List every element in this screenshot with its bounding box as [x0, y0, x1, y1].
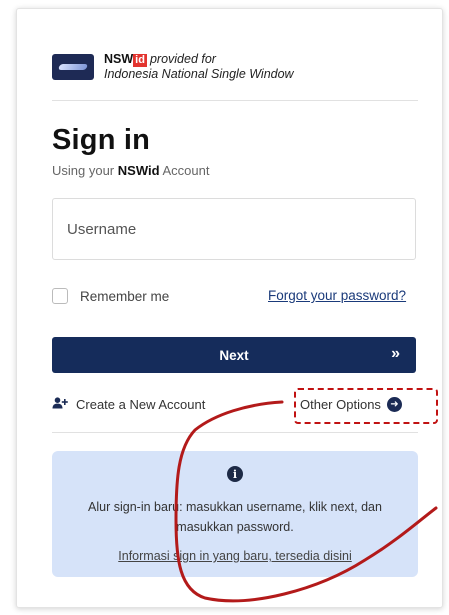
remember-me[interactable]: Remember me	[52, 288, 169, 304]
options-divider	[52, 432, 418, 433]
info-text: Alur sign-in baru: masukkan username, kl…	[52, 497, 418, 537]
subtitle-strong: NSWid	[117, 163, 160, 178]
next-button[interactable]: Next »	[52, 337, 416, 373]
brand-text: NSW id provided for Indonesia National Sin…	[104, 52, 294, 82]
header-divider	[52, 100, 418, 101]
forgot-password-link[interactable]: Forgot your password?	[268, 288, 406, 303]
brand-line2: Indonesia National Single Window	[104, 67, 294, 81]
create-account-label: Create a New Account	[76, 397, 206, 412]
highlight-box	[294, 388, 438, 424]
brand-nsw: NSW	[104, 52, 134, 66]
username-input[interactable]	[52, 198, 416, 260]
subtitle-prefix: Using your	[52, 163, 115, 178]
page-title: Sign in	[52, 124, 151, 156]
remember-me-label: Remember me	[80, 288, 170, 304]
info-line1: Alur sign-in baru: masukkan username, kl…	[88, 500, 382, 514]
chevron-double-right-icon: »	[391, 345, 400, 362]
remember-me-checkbox[interactable]	[52, 288, 68, 304]
brand-id-badge: id	[133, 54, 147, 67]
next-button-label: Next	[219, 347, 249, 363]
brand-provided: provided for	[149, 52, 216, 66]
brand-header: NSW id provided for Indonesia National Sin…	[52, 52, 294, 82]
nsw-logo	[52, 54, 94, 80]
info-panel: i Alur sign-in baru: masukkan username, …	[52, 451, 418, 577]
info-icon: i	[227, 466, 243, 482]
create-account-link[interactable]: Create a New Account	[52, 397, 205, 412]
subtitle-suffix: Account	[162, 163, 210, 178]
user-plus-icon	[52, 397, 68, 412]
info-link[interactable]: Informasi sign in yang baru, tersedia di…	[52, 549, 418, 563]
page-subtitle: Using your NSWid Account	[52, 163, 209, 178]
info-line2: masukkan password.	[176, 520, 294, 534]
